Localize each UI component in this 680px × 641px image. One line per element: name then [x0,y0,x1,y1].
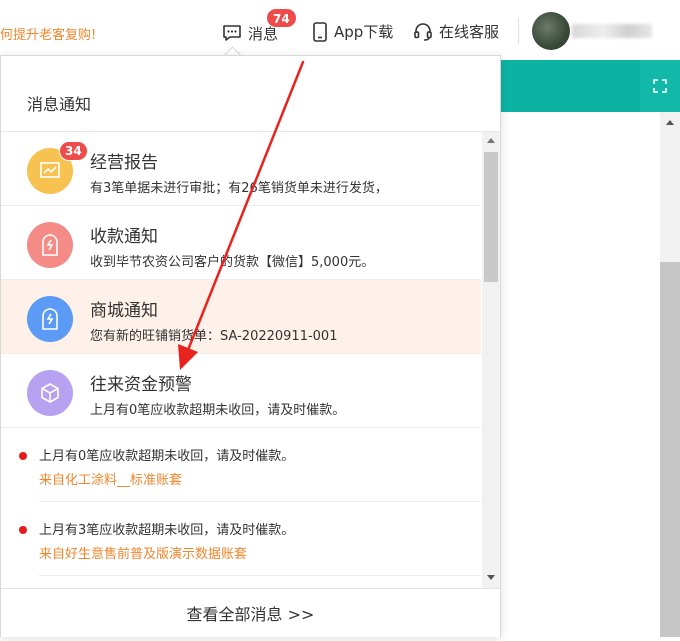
page-scrollbar[interactable] [660,112,680,637]
category-desc: 上月有0笔应收款超期未收回，请及时催款。 [90,403,346,418]
scroll-up-icon[interactable] [487,138,495,143]
messages-count-badge: 74 [266,8,297,28]
unread-dot [19,526,27,534]
panel-scrollbar[interactable] [482,132,500,588]
page-scroll-up-icon[interactable] [666,120,674,125]
panel-scroll-thumb[interactable] [484,152,498,282]
message-icon [223,25,241,41]
category-desc: 收到毕节农资公司客户的货款【微信】5,000元。 [90,255,375,270]
category-desc: 有3笔单据未进行审批；有26笔销货单未进行发货， [90,181,388,196]
page-content-area [500,112,680,637]
alert-source[interactable]: 来自化工涂料__标准账套 [39,469,182,488]
alert-text: 上月有0笔应收款超期未收回，请及时催款。 [39,449,295,464]
category-title: 往来资金预警 [90,375,192,395]
category-title: 商城通知 [90,301,158,321]
alert-text: 上月有3笔应收款超期未收回，请及时催款。 [39,523,295,538]
category-title: 经营报告 [90,153,158,173]
panel-footer: 查看全部消息 >> [1,588,500,637]
view-all-messages-link[interactable]: 查看全部消息 >> [1,589,500,637]
category-title: 收款通知 [90,227,158,247]
chart-icon [40,162,60,178]
business-report-badge: 34 [59,141,88,161]
category-icon-bg [27,222,73,268]
online-service-label: 在线客服 [439,23,500,41]
fullscreen-icon [653,79,667,93]
app-download-link[interactable]: App下载 [312,21,393,42]
online-service-link[interactable]: 在线客服 [413,21,499,42]
top-bar: 何提升老客复购! 消息 74 App下载 在线客服 [0,0,680,60]
cube-icon [41,383,59,403]
category-funds-warning[interactable]: 往来资金预警 上月有0笔应收款超期未收回，请及时催款。 [1,354,481,428]
payment-icon [42,234,58,256]
category-business-report[interactable]: 34 经营报告 有3笔单据未进行审批；有26笔销货单未进行发货， [1,132,481,206]
phone-icon [313,21,327,42]
category-icon-bg [27,296,73,342]
store-icon [42,308,58,330]
category-store-notice[interactable]: 商城通知 您有新的旺铺销货单：SA-20220911-001 [1,280,481,354]
headset-icon [414,22,432,41]
scroll-down-icon[interactable] [487,575,495,580]
page-scroll-thumb[interactable] [660,262,680,637]
app-download-label: App下载 [334,23,394,41]
category-payment-notice[interactable]: 收款通知 收到毕节农资公司客户的货款【微信】5,000元。 [1,206,481,280]
user-avatar[interactable] [532,12,570,50]
username-redacted[interactable] [572,24,652,38]
unread-dot [19,452,27,460]
alert-item[interactable]: 上月有3笔应收款超期未收回，请及时催款。 来自好生意售前普及版演示数据账套 [1,502,481,576]
alert-source[interactable]: 来自好生意售前普及版演示数据账套 [39,543,247,562]
fullscreen-button[interactable] [640,60,680,112]
category-desc: 您有新的旺铺销货单：SA-20220911-001 [90,329,338,344]
panel-header: 消息通知 [1,56,500,132]
category-icon-bg [27,370,73,416]
topbar-divider [518,18,519,44]
promo-text[interactable]: 何提升老客复购! [0,24,96,43]
notification-list: 34 经营报告 有3笔单据未进行审批；有26笔销货单未进行发货， 收款通知 收到… [1,132,481,588]
alert-item[interactable]: 上月有0笔应收款超期未收回，请及时催款。 来自化工涂料__标准账套 [1,428,481,502]
panel-title: 消息通知 [27,95,92,114]
notification-panel: 消息通知 34 经营报告 有3笔单据未进行审批；有26笔销货单未进行发货， 收款… [0,55,501,637]
alert-divider [39,575,481,576]
